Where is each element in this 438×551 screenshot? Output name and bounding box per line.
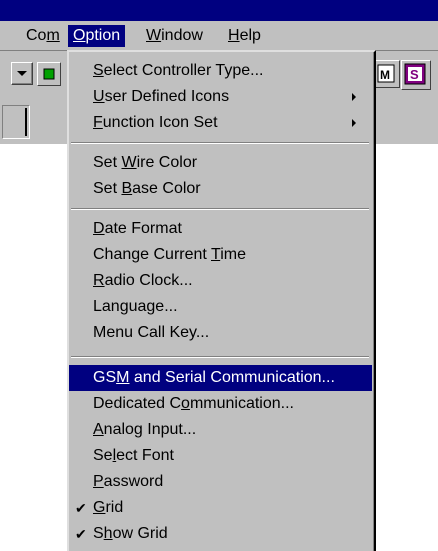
menu-item-label: User Defined Icons — [93, 88, 230, 105]
menu-window[interactable]: Window — [141, 25, 208, 47]
workspace-area — [0, 144, 12, 551]
menu-option-accel: O — [73, 27, 86, 44]
menu-bar: Com Option Window Help — [0, 21, 438, 51]
controller-icon[interactable] — [37, 62, 61, 86]
submenu-arrow-icon — [352, 93, 356, 101]
option-dropdown-menu: Select Controller Type... User Defined I… — [67, 50, 376, 551]
menu-item-label: Menu Call Key... — [93, 324, 210, 341]
special-icon[interactable]: S — [401, 60, 431, 90]
menu-item-label: Select Controller Type... — [93, 62, 264, 79]
menu-option[interactable]: Option — [68, 25, 126, 47]
menu-item-label: Select Font — [93, 447, 174, 464]
menu-item-select-controller-type[interactable]: Select Controller Type... — [69, 58, 372, 84]
menu-item-date-format[interactable]: Date Format — [69, 216, 372, 242]
checkmark-icon: ✔ — [75, 500, 87, 516]
menu-item-label: Language... — [93, 298, 178, 315]
controller-icon-graphic — [43, 68, 55, 80]
menu-separator — [71, 142, 369, 144]
title-bar — [0, 0, 438, 21]
menu-separator — [71, 208, 369, 210]
menu-option-text: ption — [85, 27, 121, 44]
menu-item-label: Dedicated Communication... — [93, 395, 294, 412]
menu-window-accel: W — [146, 27, 162, 44]
menu-item-label: Function Icon Set — [93, 114, 218, 131]
menu-item-label: Date Format — [93, 220, 182, 237]
menu-item-gsm-serial-communication[interactable]: GSM and Serial Communication... — [69, 365, 372, 391]
menu-item-label: GSM and Serial Communication... — [93, 369, 335, 386]
toolbar-panel — [2, 105, 30, 139]
menu-help-accel: H — [228, 27, 240, 44]
menu-com-text: Co — [26, 27, 47, 44]
menu-item-set-base-color[interactable]: Set Base Color — [69, 176, 372, 202]
menu-item-change-current-time[interactable]: Change Current Time — [69, 242, 372, 268]
menu-item-label: Analog Input... — [93, 421, 197, 438]
special-icon-label: S — [410, 67, 419, 82]
menu-item-menu-call-key[interactable]: Menu Call Key... — [69, 320, 372, 346]
menu-item-password[interactable]: Password — [69, 469, 372, 495]
menu-item-function-icon-set[interactable]: Function Icon Set — [69, 110, 372, 136]
menu-com[interactable]: Com — [21, 25, 65, 47]
menu-item-user-defined-icons[interactable]: User Defined Icons — [69, 84, 372, 110]
mode-icon[interactable]: M — [374, 60, 400, 88]
menu-separator — [71, 356, 369, 358]
menu-item-grid[interactable]: ✔ Grid — [69, 495, 372, 521]
mode-icon-label: M — [380, 68, 390, 82]
menu-item-language[interactable]: Language... — [69, 294, 372, 320]
special-icon-graphic: S — [404, 63, 426, 85]
menu-item-label: Show Grid — [93, 525, 168, 542]
menu-item-label: Set Wire Color — [93, 154, 198, 171]
menu-item-label: Radio Clock... — [93, 272, 193, 289]
menu-item-show-grid[interactable]: ✔ Show Grid — [69, 521, 372, 547]
dropdown-button[interactable] — [11, 62, 33, 85]
menu-item-analog-input[interactable]: Analog Input... — [69, 417, 372, 443]
menu-item-label: Set Base Color — [93, 180, 201, 197]
menu-help[interactable]: Help — [223, 25, 266, 47]
menu-help-text: elp — [239, 27, 261, 44]
menu-item-label: Change Current Time — [93, 246, 246, 263]
menu-item-dedicated-communication[interactable]: Dedicated Communication... — [69, 391, 372, 417]
menu-item-label: Grid — [93, 499, 124, 516]
menu-window-text: indow — [161, 27, 203, 44]
menu-item-radio-clock[interactable]: Radio Clock... — [69, 268, 372, 294]
menu-item-label: Password — [93, 473, 164, 490]
menu-item-set-wire-color[interactable]: Set Wire Color — [69, 150, 372, 176]
submenu-arrow-icon — [352, 119, 356, 127]
menu-item-select-font[interactable]: Select Font — [69, 443, 372, 469]
menu-com-accel: m — [46, 27, 60, 44]
checkmark-icon: ✔ — [75, 526, 87, 542]
mode-icon-graphic: M — [377, 64, 395, 83]
